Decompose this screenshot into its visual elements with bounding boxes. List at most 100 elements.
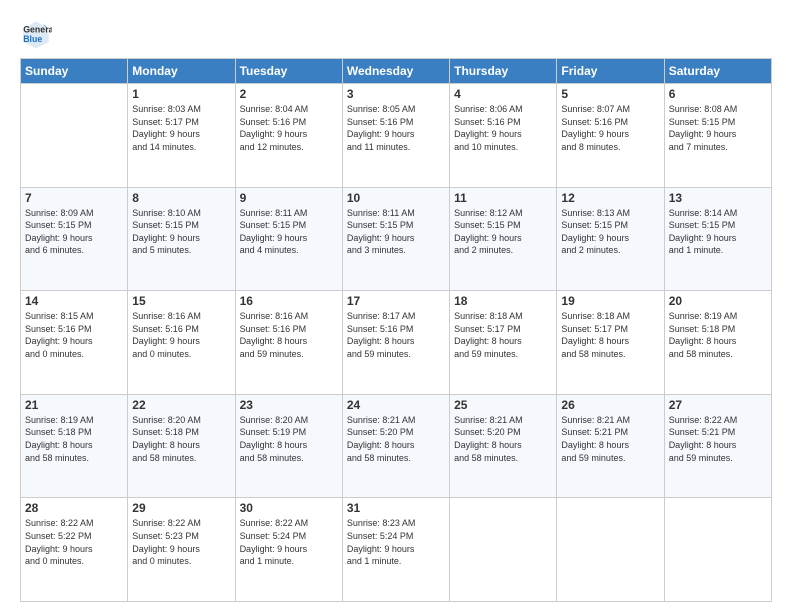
- day-info: Sunrise: 8:19 AMSunset: 5:18 PMDaylight:…: [25, 414, 123, 464]
- day-number: 22: [132, 398, 230, 412]
- day-number: 17: [347, 294, 445, 308]
- day-info: Sunrise: 8:22 AMSunset: 5:24 PMDaylight:…: [240, 517, 338, 567]
- day-number: 8: [132, 191, 230, 205]
- day-info: Sunrise: 8:23 AMSunset: 5:24 PMDaylight:…: [347, 517, 445, 567]
- day-number: 15: [132, 294, 230, 308]
- calendar-cell: 7 Sunrise: 8:09 AMSunset: 5:15 PMDaylight…: [21, 187, 128, 291]
- calendar-cell: [21, 84, 128, 188]
- day-info: Sunrise: 8:20 AMSunset: 5:19 PMDaylight:…: [240, 414, 338, 464]
- calendar-cell: 4 Sunrise: 8:06 AMSunset: 5:16 PMDaylight…: [450, 84, 557, 188]
- calendar-cell: 12Sunrise: 8:13 AMSunset: 5:15 PMDayligh…: [557, 187, 664, 291]
- header-sunday: Sunday: [21, 59, 128, 84]
- day-number: 27: [669, 398, 767, 412]
- day-info: Sunrise: 8:07 AMSunset: 5:16 PMDaylight:…: [561, 103, 659, 153]
- calendar-cell: 3Sunrise: 8:05 AMSunset: 5:16 PMDaylight…: [342, 84, 449, 188]
- header-monday: Monday: [128, 59, 235, 84]
- header-thursday: Thursday: [450, 59, 557, 84]
- day-number: 31: [347, 501, 445, 515]
- calendar-cell: 21 Sunrise: 8:19 AMSunset: 5:18 PMDayligh…: [21, 394, 128, 498]
- calendar-cell: 23 Sunrise: 8:20 AMSunset: 5:19 PMDayligh…: [235, 394, 342, 498]
- calendar-cell: 18 Sunrise: 8:18 AMSunset: 5:17 PMDayligh…: [450, 291, 557, 395]
- calendar-cell: [450, 498, 557, 602]
- calendar-cell: 6 Sunrise: 8:08 AMSunset: 5:15 PMDaylight…: [664, 84, 771, 188]
- calendar-cell: 2 Sunrise: 8:04 AMSunset: 5:16 PMDaylight…: [235, 84, 342, 188]
- day-info: Sunrise: 8:18 AMSunset: 5:17 PMDaylight:…: [454, 310, 552, 360]
- day-number: 11: [454, 191, 552, 205]
- header-friday: Friday: [557, 59, 664, 84]
- page: General Blue Sunday Monday Tuesday Wedne…: [0, 0, 792, 612]
- day-number: 20: [669, 294, 767, 308]
- calendar-cell: 1 Sunrise: 8:03 AMSunset: 5:17 PMDaylight…: [128, 84, 235, 188]
- calendar-cell: 14 Sunrise: 8:15 AMSunset: 5:16 PMDayligh…: [21, 291, 128, 395]
- day-info: Sunrise: 8:16 AMSunset: 5:16 PMDaylight:…: [240, 310, 338, 360]
- day-number: 7: [25, 191, 123, 205]
- calendar-cell: 11 Sunrise: 8:12 AMSunset: 5:15 PMDayligh…: [450, 187, 557, 291]
- calendar-cell: 20 Sunrise: 8:19 AMSunset: 5:18 PMDayligh…: [664, 291, 771, 395]
- logo-icon: General Blue: [20, 18, 52, 50]
- calendar-cell: 28 Sunrise: 8:22 AMSunset: 5:22 PMDayligh…: [21, 498, 128, 602]
- day-number: 5: [561, 87, 659, 101]
- calendar-cell: 22 Sunrise: 8:20 AMSunset: 5:18 PMDayligh…: [128, 394, 235, 498]
- day-number: 2: [240, 87, 338, 101]
- day-number: 16: [240, 294, 338, 308]
- day-info: Sunrise: 8:16 AMSunset: 5:16 PMDaylight:…: [132, 310, 230, 360]
- day-info: Sunrise: 8:18 AMSunset: 5:17 PMDaylight:…: [561, 310, 659, 360]
- day-info: Sunrise: 8:13 AMSunset: 5:15 PMDaylight:…: [561, 207, 659, 257]
- day-info: Sunrise: 8:03 AMSunset: 5:17 PMDaylight:…: [132, 103, 230, 153]
- calendar-week-1: 1 Sunrise: 8:03 AMSunset: 5:17 PMDaylight…: [21, 84, 772, 188]
- day-info: Sunrise: 8:22 AMSunset: 5:23 PMDaylight:…: [132, 517, 230, 567]
- day-info: Sunrise: 8:05 AMSunset: 5:16 PMDaylight:…: [347, 103, 445, 153]
- calendar-cell: 25 Sunrise: 8:21 AMSunset: 5:20 PMDayligh…: [450, 394, 557, 498]
- day-info: Sunrise: 8:04 AMSunset: 5:16 PMDaylight:…: [240, 103, 338, 153]
- day-number: 1: [132, 87, 230, 101]
- calendar-header-row: Sunday Monday Tuesday Wednesday Thursday…: [21, 59, 772, 84]
- day-number: 6: [669, 87, 767, 101]
- day-info: Sunrise: 8:20 AMSunset: 5:18 PMDaylight:…: [132, 414, 230, 464]
- calendar-cell: 26Sunrise: 8:21 AMSunset: 5:21 PMDayligh…: [557, 394, 664, 498]
- day-number: 28: [25, 501, 123, 515]
- calendar-cell: [557, 498, 664, 602]
- svg-text:General: General: [23, 24, 52, 34]
- calendar-cell: 5 Sunrise: 8:07 AMSunset: 5:16 PMDaylight…: [557, 84, 664, 188]
- day-info: Sunrise: 8:22 AMSunset: 5:21 PMDaylight:…: [669, 414, 767, 464]
- calendar-week-5: 28 Sunrise: 8:22 AMSunset: 5:22 PMDayligh…: [21, 498, 772, 602]
- day-info: Sunrise: 8:08 AMSunset: 5:15 PMDaylight:…: [669, 103, 767, 153]
- day-info: Sunrise: 8:15 AMSunset: 5:16 PMDaylight:…: [25, 310, 123, 360]
- calendar-cell: 24 Sunrise: 8:21 AMSunset: 5:20 PMDayligh…: [342, 394, 449, 498]
- day-number: 29: [132, 501, 230, 515]
- day-number: 24: [347, 398, 445, 412]
- day-info: Sunrise: 8:22 AMSunset: 5:22 PMDaylight:…: [25, 517, 123, 567]
- calendar-cell: 8Sunrise: 8:10 AMSunset: 5:15 PMDaylight…: [128, 187, 235, 291]
- day-info: Sunrise: 8:21 AMSunset: 5:20 PMDaylight:…: [347, 414, 445, 464]
- calendar-cell: 29 Sunrise: 8:22 AMSunset: 5:23 PMDayligh…: [128, 498, 235, 602]
- calendar-week-2: 7 Sunrise: 8:09 AMSunset: 5:15 PMDaylight…: [21, 187, 772, 291]
- day-info: Sunrise: 8:06 AMSunset: 5:16 PMDaylight:…: [454, 103, 552, 153]
- day-number: 23: [240, 398, 338, 412]
- header-wednesday: Wednesday: [342, 59, 449, 84]
- day-info: Sunrise: 8:09 AMSunset: 5:15 PMDaylight:…: [25, 207, 123, 257]
- day-info: Sunrise: 8:14 AMSunset: 5:15 PMDaylight:…: [669, 207, 767, 257]
- calendar-cell: 17 Sunrise: 8:17 AMSunset: 5:16 PMDayligh…: [342, 291, 449, 395]
- day-info: Sunrise: 8:11 AMSunset: 5:15 PMDaylight:…: [240, 207, 338, 257]
- day-number: 25: [454, 398, 552, 412]
- day-info: Sunrise: 8:11 AMSunset: 5:15 PMDaylight:…: [347, 207, 445, 257]
- day-number: 14: [25, 294, 123, 308]
- day-number: 30: [240, 501, 338, 515]
- calendar-cell: 30 Sunrise: 8:22 AMSunset: 5:24 PMDayligh…: [235, 498, 342, 602]
- header-saturday: Saturday: [664, 59, 771, 84]
- day-number: 19: [561, 294, 659, 308]
- day-info: Sunrise: 8:21 AMSunset: 5:20 PMDaylight:…: [454, 414, 552, 464]
- calendar-table: Sunday Monday Tuesday Wednesday Thursday…: [20, 58, 772, 602]
- calendar-week-4: 21 Sunrise: 8:19 AMSunset: 5:18 PMDayligh…: [21, 394, 772, 498]
- day-info: Sunrise: 8:19 AMSunset: 5:18 PMDaylight:…: [669, 310, 767, 360]
- day-info: Sunrise: 8:17 AMSunset: 5:16 PMDaylight:…: [347, 310, 445, 360]
- day-number: 21: [25, 398, 123, 412]
- day-number: 18: [454, 294, 552, 308]
- calendar-cell: 19 Sunrise: 8:18 AMSunset: 5:17 PMDayligh…: [557, 291, 664, 395]
- calendar-cell: [664, 498, 771, 602]
- day-number: 4: [454, 87, 552, 101]
- calendar-cell: 10Sunrise: 8:11 AMSunset: 5:15 PMDayligh…: [342, 187, 449, 291]
- day-info: Sunrise: 8:12 AMSunset: 5:15 PMDaylight:…: [454, 207, 552, 257]
- calendar-cell: 31 Sunrise: 8:23 AMSunset: 5:24 PMDayligh…: [342, 498, 449, 602]
- calendar-cell: 15 Sunrise: 8:16 AMSunset: 5:16 PMDayligh…: [128, 291, 235, 395]
